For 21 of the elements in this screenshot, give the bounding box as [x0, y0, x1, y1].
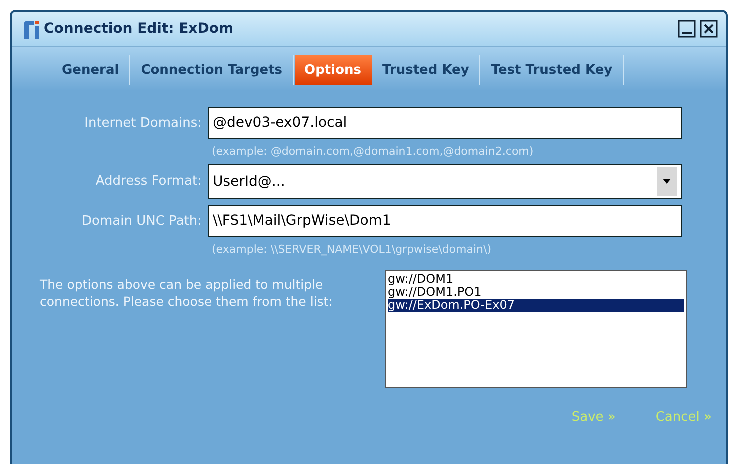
input-field[interactable]: \\FS1\Mail\GrpWise\Dom1 [208, 205, 682, 237]
minimize-icon[interactable] [678, 20, 696, 38]
tab[interactable]: Connection Targets [131, 55, 294, 85]
list-item[interactable]: gw://ExDom.PO-Ex07 [388, 299, 684, 312]
field-label: Address Format: [94, 174, 203, 189]
field-label: Domain UNC Path: [81, 214, 203, 228]
window-title: Connection Edit: ExDom [44, 21, 234, 37]
list-item[interactable]: gw://DOM1.PO1 [388, 286, 684, 299]
tab[interactable]: Trusted Key [372, 55, 480, 85]
list-item[interactable]: gw://DOM1 [388, 273, 684, 286]
app-logo-icon [22, 19, 40, 39]
hint-text: (example: \\SERVER_NAME\VOL1\grpwise\domain\) [212, 243, 493, 256]
tab[interactable]: General [52, 55, 130, 85]
close-icon[interactable] [700, 20, 718, 38]
input-field[interactable]: @dev03-ex07.local [208, 107, 682, 139]
address-format-dropdown[interactable]: UserId@... [208, 164, 682, 199]
instruction-text: The options above can be applied to multiple connections. Please choose them from the list: [40, 276, 334, 311]
tab[interactable]: Test Trusted Key [481, 55, 624, 85]
hint-text: (example: @domain.com,@domain1.com,@domain2.com) [212, 145, 535, 158]
field-label: Internet Domains: [84, 116, 203, 130]
connection-list[interactable]: gw://DOM1 gw://DOM1.PO1 gw://ExDom.PO-Ex07 [385, 270, 687, 388]
